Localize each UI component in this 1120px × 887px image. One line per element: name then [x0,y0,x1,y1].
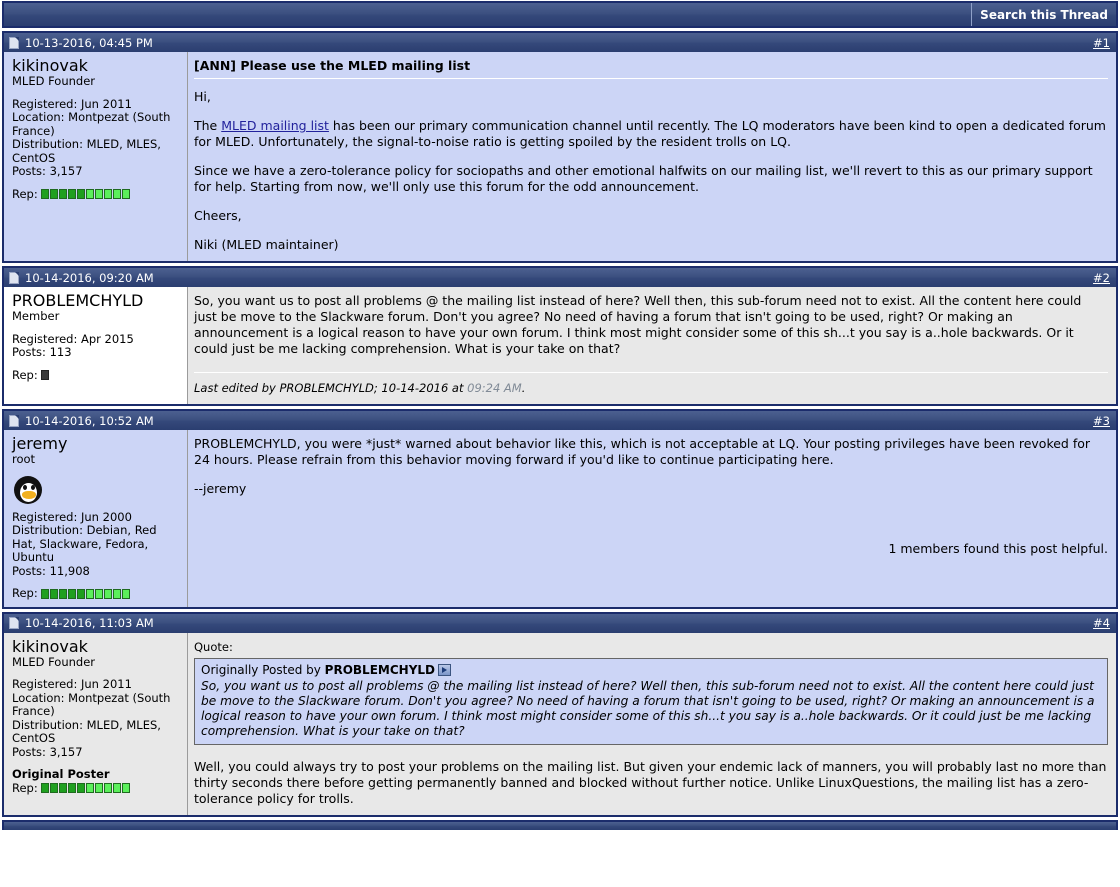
post-2-usertitle: Member [12,309,60,323]
post-4-location: Location: Montpezat (South France) [12,690,171,718]
post-4-row: kikinovak MLED Founder Registered: Jun 2… [4,632,1116,815]
post-3-userinfo: jeremy root Registered: Jun 2000 Distrib… [4,430,188,607]
post-1-reputation: Rep: [12,186,181,202]
forum-thread-page: Search this Thread 10-13-2016, 04:45 PM … [0,0,1120,887]
post-2-registered: Registered: Apr 2015 [12,331,134,346]
post-3-registered: Registered: Jun 2000 [12,509,132,524]
post-1-rep-label: Rep: [12,186,38,201]
post-1-row: kikinovak MLED Founder Registered: Jun 2… [4,52,1116,261]
rep-bar [40,588,130,599]
post-4-header: 10-14-2016, 11:03 AM #4 [4,613,1116,633]
post-5-header [4,821,1116,830]
post-4-rep-label: Rep: [12,780,38,795]
post-1-header: 10-13-2016, 04:45 PM #1 [4,33,1116,52]
post-2-rep-label: Rep: [12,367,38,382]
post-3-content: PROBLEMCHYLD, you were *just* warned abo… [188,430,1116,607]
post-1-para-4: Cheers, [194,208,242,223]
thread-toolbar: Search this Thread [2,1,1118,28]
post-4-reputation: Rep: [12,780,181,796]
post-3-usertitle: root [12,452,36,466]
post-1-registered: Registered: Jun 2011 [12,96,132,111]
post-2-lastedit: Last edited by PROBLEMCHYLD; 10-14-2016 … [194,372,1108,396]
post-icon [9,414,19,427]
post-3-postcount: Posts: 11,908 [12,563,90,578]
post-1-para-1: Hi, [194,89,211,104]
post-icon [9,271,19,284]
post-2-date: 10-14-2016, 09:20 AM [25,270,154,285]
search-this-thread-button[interactable]: Search this Thread [971,3,1116,26]
post-1-date: 10-13-2016, 04:45 PM [25,35,153,50]
post-1-para-2: The MLED mailing list has been our prima… [194,118,1108,150]
post-1-distribution: Distribution: MLED, MLES, CentOS [12,137,161,165]
post-4-userinfo: kikinovak MLED Founder Registered: Jun 2… [4,632,188,815]
quote-box: Originally Posted by PROBLEMCHYLD So, yo… [194,657,1108,745]
quote-text: So, you want us to post all problems @ t… [201,678,1095,738]
post-4-permalink[interactable]: #4 [1093,616,1110,630]
post-2-username[interactable]: PROBLEMCHYLD [12,292,181,310]
post-2-header: 10-14-2016, 09:20 AM #2 [4,268,1116,287]
post-icon [9,617,19,629]
post-2-permalink[interactable]: #2 [1093,271,1110,285]
post-4-usertitle: MLED Founder [12,654,96,669]
rep-bar [40,189,130,200]
quote-attrib-username: PROBLEMCHYLD [324,662,435,677]
lastedit-pre: Last edited by PROBLEMCHYLD; 10-14-2016 … [194,381,468,395]
post-3-helpful-count: 1 members found this post helpful. [888,541,1108,556]
lastedit-time: 09:24 AM [467,381,522,395]
post-3-header: 10-14-2016, 10:52 AM #3 [4,411,1116,430]
penguin-avatar [14,475,42,504]
post-2-content: So, you want us to post all problems @ t… [188,287,1116,404]
quote-label: Quote: [194,639,233,654]
post-2: 10-14-2016, 09:20 AM #2 PROBLEMCHYLD Mem… [2,266,1118,406]
post-2-postcount: Posts: 113 [12,345,72,359]
post-5-partial [2,819,1118,830]
post-2-row: PROBLEMCHYLD Member Registered: Apr 2015… [4,287,1116,404]
post-4-postcount: Posts: 3,157 [12,744,83,759]
rep-bar [40,370,49,381]
post-3-username[interactable]: jeremy [12,435,181,453]
quote-attribution: Originally Posted by PROBLEMCHYLD [201,662,1101,678]
post-3-date: 10-14-2016, 10:52 AM [25,413,154,428]
post-1-permalink[interactable]: #1 [1093,36,1110,50]
post-4-content: Quote: Originally Posted by PROBLEMCHYLD… [188,632,1116,815]
post-3-signature: --jeremy [194,481,247,496]
post-3-rep-label: Rep: [12,586,38,600]
post-2-body: So, you want us to post all problems @ t… [194,293,1082,356]
post-3-row: jeremy root Registered: Jun 2000 Distrib… [4,430,1116,607]
post-3-distribution: Distribution: Debian, Red Hat, Slackware… [12,523,157,564]
post-3-permalink[interactable]: #3 [1093,414,1110,428]
post-1: 10-13-2016, 04:45 PM #1 kikinovak MLED F… [2,31,1118,263]
post-2-reputation: Rep: [12,367,181,383]
post-1-usertitle: MLED Founder [12,74,96,88]
post-4-original-poster-badge: Original Poster [12,767,110,781]
post-1-userinfo: kikinovak MLED Founder Registered: Jun 2… [4,52,188,261]
post-1-title: [ANN] Please use the MLED mailing list [194,58,1108,79]
post-1-username[interactable]: kikinovak [12,57,181,75]
post-1-para-5: Niki (MLED maintainer) [194,237,339,252]
post-1-postcount: Posts: 3,157 [12,164,83,178]
post-icon [9,36,19,49]
post-4-date: 10-14-2016, 11:03 AM [25,616,154,630]
post-3: 10-14-2016, 10:52 AM #3 jeremy root Regi… [2,409,1118,609]
post-4-registered: Registered: Jun 2011 [12,677,132,691]
para2-pre: The [194,118,222,133]
post-4-distribution: Distribution: MLED, MLES, CentOS [12,717,161,745]
post-4-username[interactable]: kikinovak [12,637,181,656]
post-4: 10-14-2016, 11:03 AM #4 kikinovak MLED F… [2,611,1118,817]
mled-mailing-list-link[interactable]: MLED mailing list [221,118,329,133]
jump-to-post-icon[interactable] [438,663,451,676]
post-1-para-3: Since we have a zero-tolerance policy fo… [194,163,1093,194]
post-4-body: Well, you could always try to post your … [194,758,1107,806]
post-1-location: Location: Montpezat (South France) [12,110,171,138]
lastedit-post: . [521,381,526,395]
quote-attrib-pre: Originally Posted by [201,662,325,677]
post-3-body: PROBLEMCHYLD, you were *just* warned abo… [194,436,1091,467]
post-3-reputation: Rep: [12,586,181,601]
post-1-content: [ANN] Please use the MLED mailing list H… [188,52,1116,261]
post-2-userinfo: PROBLEMCHYLD Member Registered: Apr 2015… [4,287,188,404]
rep-bar [40,783,130,794]
para2-post: has been our primary communication chann… [194,118,1106,149]
